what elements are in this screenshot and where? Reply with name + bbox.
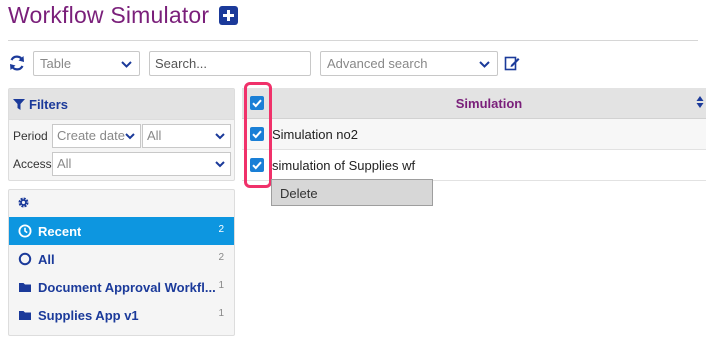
view-select[interactable]: Table [33,51,140,76]
folder-icon [19,311,31,320]
advanced-search-select[interactable]: Advanced search [320,51,498,76]
filters-panel: Filters Period Create date All Access Al… [8,88,235,181]
column-header-simulation[interactable]: Simulation [242,96,706,111]
view-select-value: Table [40,56,72,71]
nav-item-label: Recent [38,223,82,239]
access-label: Access [13,156,52,171]
simulation-table: Simulation Simulation no2 simulation of … [242,88,706,181]
add-button[interactable] [219,6,239,25]
edit-icon[interactable] [504,55,520,71]
period-field-value: Create date [57,127,125,143]
gear-icon[interactable] [17,196,30,209]
nav-item-supplies-app[interactable]: Supplies App v1 1 [9,301,234,329]
nav-settings[interactable] [9,190,234,217]
period-row: Period Create date All [9,123,234,148]
nav-item-count: 1 [218,280,224,291]
nav-panel: Recent 2 All 2 Document Approval Workfl.… [8,189,235,336]
chevron-down-icon [125,132,135,139]
access-select[interactable]: All [52,151,231,176]
period-value: All [147,127,162,143]
toolbar: Table Advanced search [8,51,706,76]
context-menu-delete[interactable]: Delete [271,179,433,206]
search-input[interactable] [149,51,311,76]
simulation-name: Simulation no2 [272,127,358,142]
title-bar: Workflow Simulator [8,2,239,29]
sort-icon[interactable] [696,95,704,109]
nav-item-label: Document Approval Workfl... [38,279,216,295]
funnel-icon [13,98,25,110]
simulation-name: simulation of Supplies wf [272,158,416,173]
filters-title: Filters [29,96,69,112]
nav-item-label: All [38,251,55,267]
nav-item-count: 1 [218,308,224,319]
divider [8,40,698,41]
chevron-down-icon [215,132,225,139]
period-label: Period [13,128,48,143]
period-value-select[interactable]: All [142,123,231,148]
access-row: Access All [9,151,234,176]
table-row[interactable]: Simulation no2 [242,119,706,150]
chevron-down-icon [479,61,490,68]
nav-item-count: 2 [218,224,224,235]
chevron-down-icon [121,61,132,68]
checkbox-highlight [244,82,272,188]
access-value: All [57,155,72,171]
nav-item-all[interactable]: All 2 [9,245,234,273]
folder-icon [19,283,31,292]
table-row[interactable]: simulation of Supplies wf [242,150,706,181]
refresh-icon[interactable] [8,54,26,72]
clock-icon [18,224,32,238]
nav-item-recent[interactable]: Recent 2 [9,217,234,245]
table-header: Simulation [242,88,706,119]
circle-icon [18,252,32,266]
nav-item-label: Supplies App v1 [38,307,139,323]
chevron-down-icon [215,160,225,167]
filters-header[interactable]: Filters [9,89,234,120]
advanced-search-label: Advanced search [327,56,428,71]
nav-item-count: 2 [218,252,224,263]
nav-item-document-approval[interactable]: Document Approval Workfl... 1 [9,273,234,301]
page-title: Workflow Simulator [8,2,210,28]
period-field-select[interactable]: Create date [52,123,141,148]
